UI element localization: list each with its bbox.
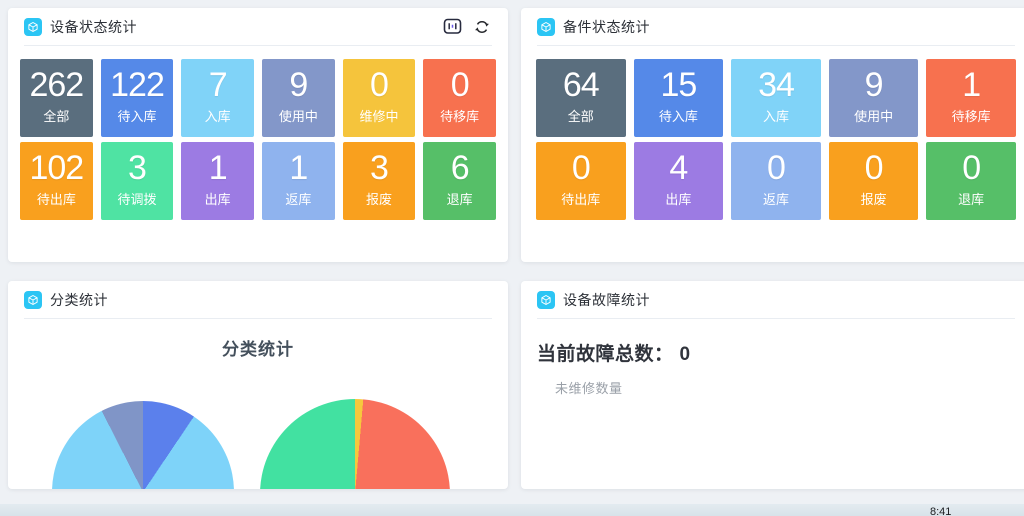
status-tile[interactable]: 0待移库 bbox=[423, 59, 496, 137]
tile-value: 1 bbox=[262, 146, 335, 190]
status-tile[interactable]: 6退库 bbox=[423, 142, 496, 220]
tile-value: 262 bbox=[20, 63, 93, 107]
taskbar-clock[interactable]: 8:41 bbox=[930, 505, 951, 516]
header-divider bbox=[24, 318, 492, 319]
status-tile[interactable]: 0报废 bbox=[829, 142, 919, 220]
tile-label: 出库 bbox=[181, 190, 254, 209]
tile-label: 待入库 bbox=[634, 107, 724, 126]
fault-total: 当前故障总数： 0 bbox=[537, 339, 1015, 366]
tile-value: 15 bbox=[634, 63, 724, 107]
panel-category-stats: 分类统计 分类统计 bbox=[8, 281, 508, 489]
tile-label: 待出库 bbox=[536, 190, 626, 209]
tile-label: 使用中 bbox=[829, 107, 919, 126]
tile-label: 待移库 bbox=[423, 107, 496, 126]
tile-label: 返库 bbox=[262, 190, 335, 209]
fault-sub-label: 未维修数量 bbox=[555, 378, 1015, 397]
tile-value: 1 bbox=[181, 146, 254, 190]
tile-value: 122 bbox=[101, 63, 174, 107]
panel-spare-status: 备件状态统计 64全部15待入库34入库9使用中1待移库0待出库4出库0返库0报… bbox=[521, 8, 1024, 262]
category-pie-right[interactable] bbox=[260, 399, 450, 489]
status-tile[interactable]: 262全部 bbox=[20, 59, 93, 137]
tile-value: 0 bbox=[536, 146, 626, 190]
refresh-icon[interactable] bbox=[472, 17, 492, 37]
tile-value: 0 bbox=[731, 146, 821, 190]
tile-label: 报废 bbox=[343, 190, 416, 209]
tile-value: 64 bbox=[536, 63, 626, 107]
tile-label: 退库 bbox=[423, 190, 496, 209]
status-tile[interactable]: 102待出库 bbox=[20, 142, 93, 220]
chart-title: 分类统计 bbox=[8, 335, 508, 360]
tile-label: 使用中 bbox=[262, 107, 335, 126]
status-tile[interactable]: 3待调拨 bbox=[101, 142, 174, 220]
tile-label: 全部 bbox=[536, 107, 626, 126]
tile-label: 待出库 bbox=[20, 190, 93, 209]
tile-label: 入库 bbox=[731, 107, 821, 126]
tile-value: 9 bbox=[262, 63, 335, 107]
status-tile[interactable]: 9使用中 bbox=[262, 59, 335, 137]
tile-label: 报废 bbox=[829, 190, 919, 209]
tile-value: 7 bbox=[181, 63, 254, 107]
status-tile[interactable]: 9使用中 bbox=[829, 59, 919, 137]
tile-value: 102 bbox=[20, 146, 93, 190]
tile-label: 待移库 bbox=[926, 107, 1016, 126]
status-tile[interactable]: 7入库 bbox=[181, 59, 254, 137]
tile-value: 0 bbox=[829, 146, 919, 190]
tile-label: 待入库 bbox=[101, 107, 174, 126]
tile-value: 0 bbox=[343, 63, 416, 107]
status-tile[interactable]: 0待出库 bbox=[536, 142, 626, 220]
status-tile[interactable]: 15待入库 bbox=[634, 59, 724, 137]
fault-total-value: 0 bbox=[680, 344, 691, 365]
tile-label: 入库 bbox=[181, 107, 254, 126]
panel-device-status-header: 设备状态统计 bbox=[8, 8, 508, 45]
status-tile[interactable]: 1待移库 bbox=[926, 59, 1016, 137]
tile-label: 退库 bbox=[926, 190, 1016, 209]
status-tile[interactable]: 1返库 bbox=[262, 142, 335, 220]
status-tile[interactable]: 4出库 bbox=[634, 142, 724, 220]
tile-label: 返库 bbox=[731, 190, 821, 209]
status-tile[interactable]: 1出库 bbox=[181, 142, 254, 220]
cube-icon bbox=[537, 18, 555, 36]
panel-category-stats-header: 分类统计 bbox=[8, 281, 508, 318]
panel-device-fault-header: 设备故障统计 bbox=[521, 281, 1024, 318]
tile-value: 0 bbox=[423, 63, 496, 107]
device-status-tiles: 262全部122待入库7入库9使用中0维修中0待移库102待出库3待调拨1出库1… bbox=[8, 46, 508, 220]
status-tile[interactable]: 0维修中 bbox=[343, 59, 416, 137]
tile-label: 待调拨 bbox=[101, 190, 174, 209]
spare-status-tiles: 64全部15待入库34入库9使用中1待移库0待出库4出库0返库0报废0退库 bbox=[521, 46, 1024, 220]
panel-title: 设备故障统计 bbox=[563, 290, 650, 310]
panel-title: 分类统计 bbox=[50, 290, 108, 310]
tile-value: 1 bbox=[926, 63, 1016, 107]
panel-title: 备件状态统计 bbox=[563, 17, 650, 37]
cube-icon bbox=[24, 18, 42, 36]
tile-value: 6 bbox=[423, 146, 496, 190]
cube-icon bbox=[537, 291, 555, 309]
fault-total-label: 当前故障总数： bbox=[537, 344, 674, 365]
taskbar[interactable]: 8:41 bbox=[0, 504, 1024, 516]
panel-device-status: 设备状态统计 262全部122待入库7入库9使用中0维修中0 bbox=[8, 8, 508, 262]
card-view-icon[interactable] bbox=[442, 17, 462, 37]
cube-icon bbox=[24, 291, 42, 309]
tile-label: 全部 bbox=[20, 107, 93, 126]
tile-value: 3 bbox=[343, 146, 416, 190]
panel-title: 设备状态统计 bbox=[50, 17, 137, 37]
status-tile[interactable]: 0返库 bbox=[731, 142, 821, 220]
tile-value: 4 bbox=[634, 146, 724, 190]
status-tile[interactable]: 3报废 bbox=[343, 142, 416, 220]
status-tile[interactable]: 34入库 bbox=[731, 59, 821, 137]
status-tile[interactable]: 122待入库 bbox=[101, 59, 174, 137]
category-pie-left[interactable] bbox=[52, 401, 234, 489]
tile-value: 3 bbox=[101, 146, 174, 190]
panel-spare-status-header: 备件状态统计 bbox=[521, 8, 1024, 45]
tile-value: 0 bbox=[926, 146, 1016, 190]
status-tile[interactable]: 0退库 bbox=[926, 142, 1016, 220]
tile-label: 维修中 bbox=[343, 107, 416, 126]
tile-value: 9 bbox=[829, 63, 919, 107]
status-tile[interactable]: 64全部 bbox=[536, 59, 626, 137]
tile-label: 出库 bbox=[634, 190, 724, 209]
panel-device-fault: 设备故障统计 当前故障总数： 0 未维修数量 bbox=[521, 281, 1024, 489]
tile-value: 34 bbox=[731, 63, 821, 107]
